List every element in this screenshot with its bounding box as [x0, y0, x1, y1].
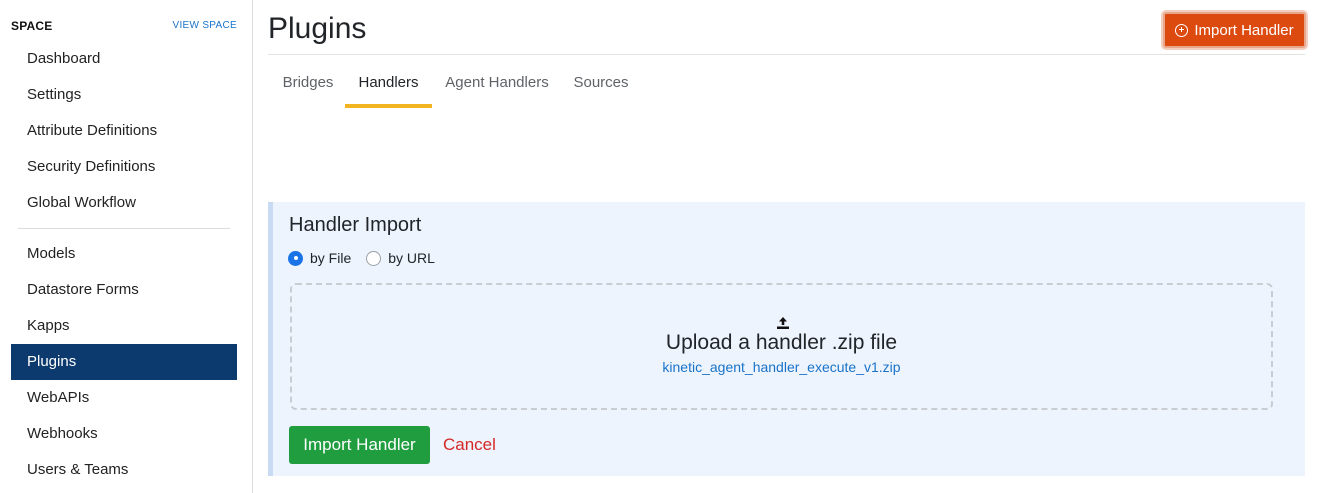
- by-file-label[interactable]: by File: [310, 250, 351, 266]
- import-handler-button[interactable]: Import Handler: [289, 426, 430, 464]
- tab-handlers[interactable]: Handlers: [345, 62, 432, 108]
- plus-circle-icon: [1175, 23, 1189, 37]
- sidebar-item-models[interactable]: Models: [11, 236, 237, 272]
- sidebar-item-datastore-forms[interactable]: Datastore Forms: [11, 272, 237, 308]
- sidebar-item-kapps[interactable]: Kapps: [11, 308, 237, 344]
- by-file-radio[interactable]: [288, 250, 303, 266]
- cancel-button[interactable]: Cancel: [443, 426, 496, 464]
- selected-filename[interactable]: kinetic_agent_handler_execute_v1.zip: [292, 359, 1271, 375]
- tab-bridges[interactable]: Bridges: [276, 62, 340, 108]
- sidebar-title: SPACE: [11, 19, 53, 33]
- sidebar-item-users-teams[interactable]: Users & Teams: [11, 452, 237, 488]
- sidebar-item-global-workflow[interactable]: Global Workflow: [11, 185, 237, 221]
- import-handler-header-label: Import Handler: [1194, 21, 1294, 39]
- handler-import-panel: Handler Import by File by URL Upload a h…: [268, 202, 1305, 476]
- tab-sources[interactable]: Sources: [570, 62, 632, 108]
- file-dropzone[interactable]: Upload a handler .zip file kinetic_agent…: [290, 283, 1273, 410]
- import-handler-header-button[interactable]: Import Handler: [1163, 12, 1306, 48]
- by-url-label[interactable]: by URL: [388, 250, 435, 266]
- view-space-link[interactable]: VIEW SPACE: [173, 20, 238, 31]
- sidebar-item-attribute-definitions[interactable]: Attribute Definitions: [11, 113, 237, 149]
- sidebar-item-webapis[interactable]: WebAPIs: [11, 380, 237, 416]
- tab-agent-handlers[interactable]: Agent Handlers: [443, 62, 551, 108]
- import-method-options: by File by URL: [288, 249, 450, 267]
- sidebar-divider: [18, 228, 230, 229]
- sidebar-item-dashboard[interactable]: Dashboard: [11, 41, 237, 77]
- sidebar-header: SPACE VIEW SPACE: [11, 19, 237, 33]
- sidebar-item-settings[interactable]: Settings: [11, 77, 237, 113]
- by-url-radio[interactable]: [366, 250, 382, 266]
- upload-icon: [777, 317, 789, 329]
- sidebar-item-plugins[interactable]: Plugins: [11, 344, 237, 380]
- sidebar: SPACE VIEW SPACE Dashboard Settings Attr…: [0, 0, 253, 493]
- title-divider: [268, 54, 1305, 55]
- sidebar-item-security-definitions[interactable]: Security Definitions: [11, 149, 237, 185]
- page-title: Plugins: [268, 12, 367, 45]
- dropzone-title: Upload a handler .zip file: [665, 331, 898, 354]
- handler-import-title: Handler Import: [289, 214, 422, 236]
- sidebar-item-webhooks[interactable]: Webhooks: [11, 416, 237, 452]
